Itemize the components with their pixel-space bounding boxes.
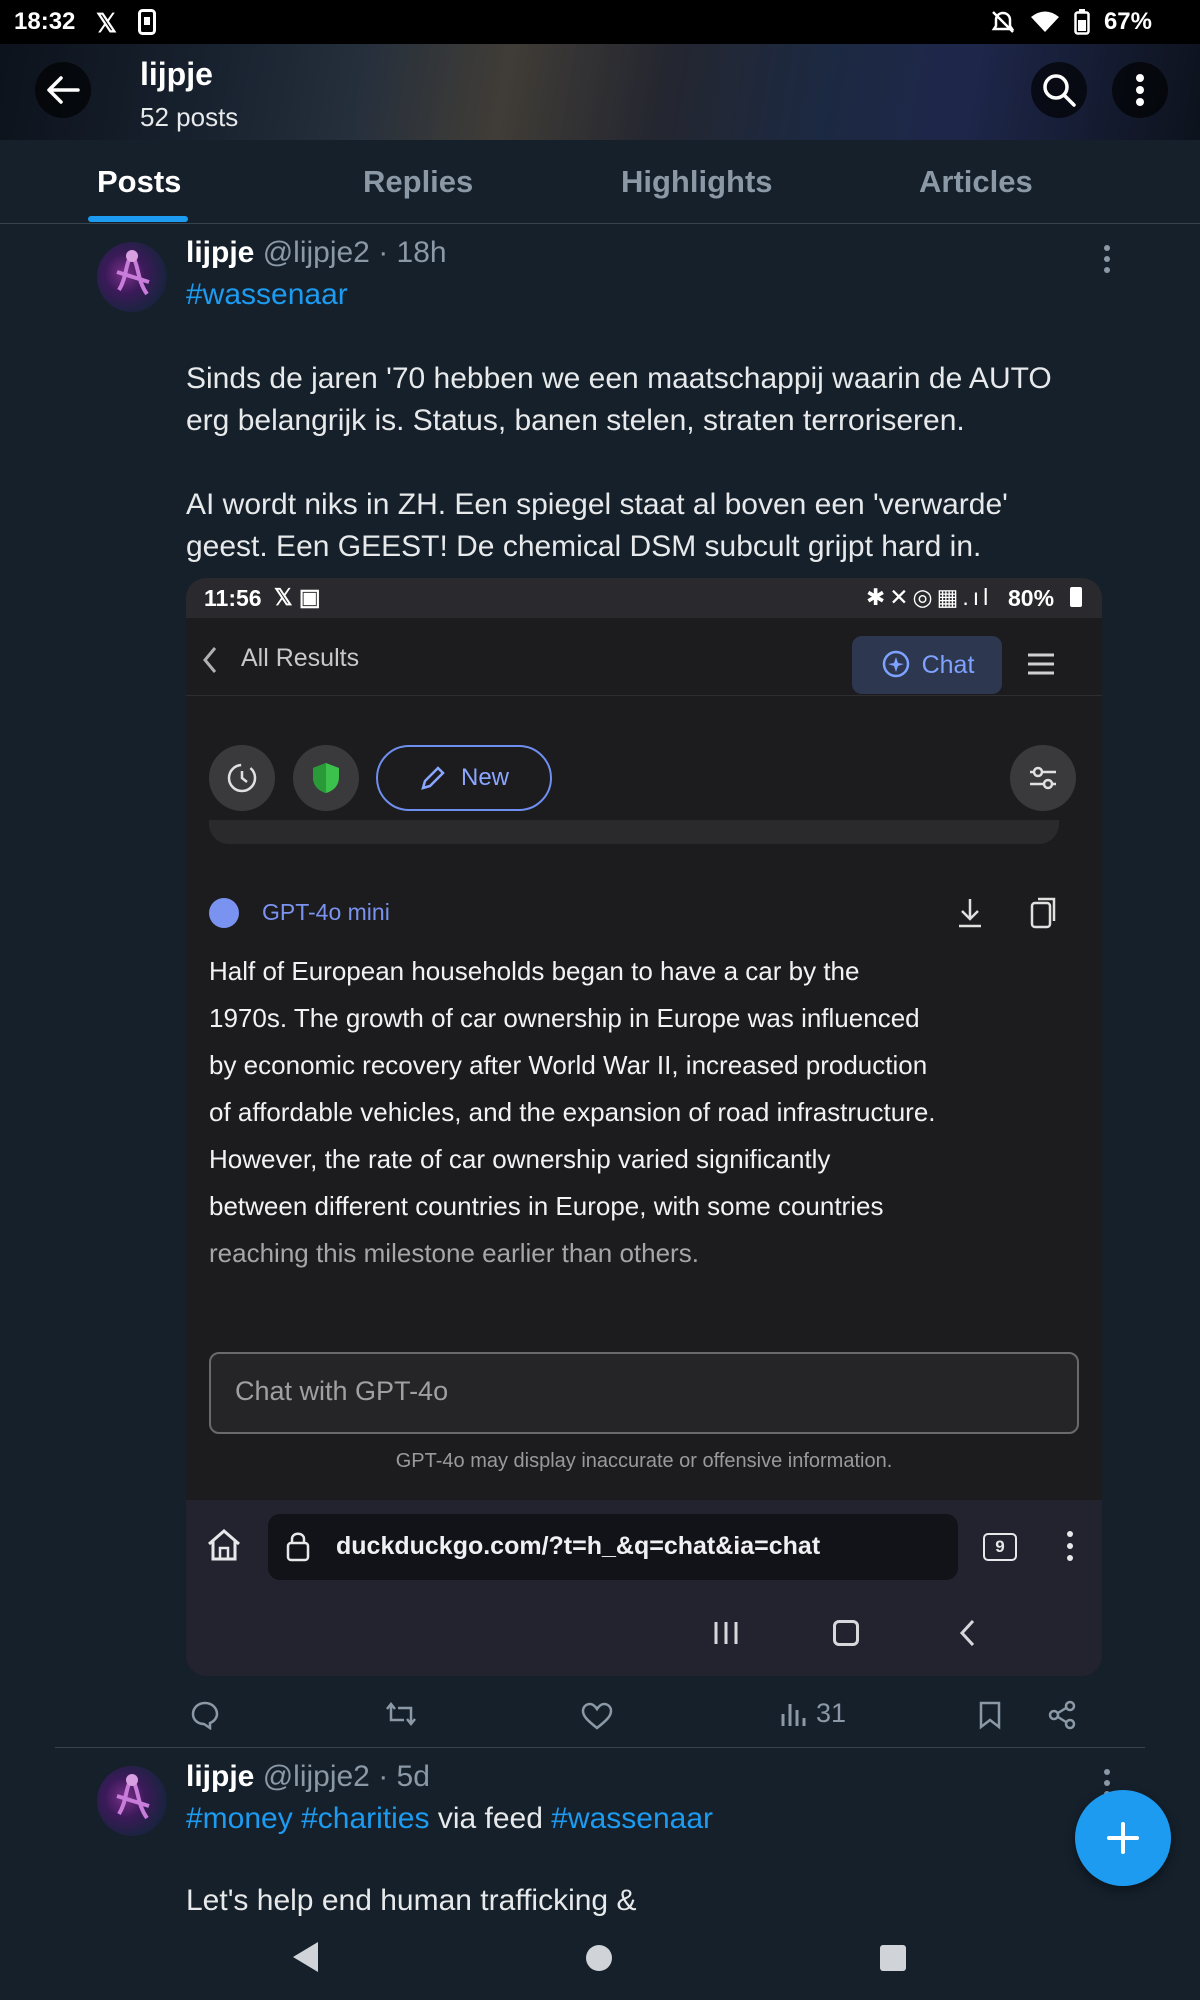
hashtag-link[interactable]: #money [186,1802,293,1835]
phone-notification-icon [138,9,156,35]
system-nav-bar [0,1920,1200,2000]
download-icon [959,899,981,928]
author-name[interactable]: lijpje [186,1760,254,1793]
wifi-icon [1030,11,1059,32]
hashtag-link[interactable]: #charities [301,1802,429,1835]
post-text: Let's help end human trafficking & [186,1884,637,1917]
shield-icon [293,745,359,811]
more-vertical-icon [1136,74,1144,106]
status-time: 18:32 [14,8,76,35]
lock-icon [286,1532,310,1562]
recent-apps-icon [714,1622,738,1644]
chat-input: Chat with GPT-4o [209,1352,1079,1434]
search-icon [1043,74,1076,107]
avatar[interactable] [97,242,167,312]
url-bar: duckduckgo.com/?t=h_&q=chat&ia=chat [268,1514,958,1580]
url-text: duckduckgo.com/?t=h_&q=chat&ia=chat [336,1532,821,1560]
pencil-icon [421,766,445,790]
battery-icon [1074,9,1090,35]
repost-icon[interactable] [384,1700,418,1728]
post-time: · 18h [378,236,447,269]
post-count: 52 posts [140,102,239,132]
nav-recents-icon[interactable] [880,1945,906,1971]
settings-sliders-icon [1010,745,1076,811]
post-hashtag-line: #wassenaar [186,274,348,316]
hashtag-link[interactable]: #wassenaar [551,1802,713,1835]
compose-button[interactable] [1075,1790,1171,1886]
home-nav-icon [833,1620,859,1646]
post-divider [55,1747,1145,1748]
author-name[interactable]: lijpje [186,236,254,269]
status-bar: 18:32 𝕏 67% [0,0,1200,44]
like-icon[interactable] [581,1702,613,1730]
tab-highlights[interactable]: Highlights [621,164,773,200]
chat-button: Chat [852,636,1002,694]
back-arrow-icon [47,76,80,104]
views-chart-icon [781,1703,806,1726]
bookmark-icon[interactable] [978,1700,1002,1730]
share-icon[interactable] [1047,1700,1077,1730]
battery-icon [1070,587,1082,607]
post-header: lijpje @lijpje2 · 18h [186,236,447,270]
post-hashtag-line: #money #charities via feed #wassenaar [186,1802,713,1835]
search-button[interactable] [1031,62,1087,118]
screenshot-status-bar: 11:56 𝕏 ▣ ✱✕◎▦.ıl 80% [186,578,1102,618]
tab-count: 9 [983,1533,1017,1561]
tab-posts[interactable]: Posts [97,164,181,200]
screenshot-topbar: All Results Chat [186,618,1102,696]
post-text: Sinds de jaren '70 hebben we een maatsch… [186,362,1052,563]
new-chat-button: New [376,745,552,811]
views-count[interactable]: 31 [780,1698,846,1729]
post-header: lijpje @lijpje2 · 5d [186,1760,430,1794]
profile-header: lijpje 52 posts [0,44,1200,140]
history-icon [209,745,275,811]
copy-icon [1030,897,1056,929]
status-icons: ✱✕◎▦.ıl [866,584,993,610]
battery-percent: 67% [1103,8,1152,35]
hashtag-link[interactable]: #wassenaar [186,278,348,311]
back-nav-icon [959,1619,975,1647]
chat-answer: Half of European households began to hav… [209,956,936,1268]
post-more-icon[interactable] [1103,244,1111,274]
active-tab-indicator [88,216,188,222]
post-time: · 5d [378,1760,430,1793]
author-handle[interactable]: @lijpje2 [263,236,370,269]
disclaimer-text: GPT-4o may display inaccurate or offensi… [395,1450,893,1472]
profile-tabs: Posts Replies Highlights Articles [0,140,1200,224]
tab-replies[interactable]: Replies [363,164,473,200]
tab-articles[interactable]: Articles [919,164,1033,200]
x-app-icon: 𝕏 [96,8,117,38]
nav-home-icon[interactable] [586,1945,612,1971]
model-dot-icon [209,898,239,928]
nav-back-icon[interactable] [290,1940,320,1974]
more-vertical-icon [1067,1531,1073,1561]
mute-icon [991,11,1015,33]
chat-bubble-icon [882,650,909,678]
hamburger-menu-icon [1028,653,1054,675]
browser-bar: duckduckgo.com/?t=h_&q=chat&ia=chat 9 [186,1500,1102,1676]
reply-icon[interactable] [190,1700,220,1730]
more-options-button[interactable] [1112,62,1168,118]
home-icon [208,1529,240,1561]
model-label: GPT-4o mini [262,899,390,925]
chevron-left-icon [203,647,217,673]
back-button[interactable] [35,62,91,118]
author-handle[interactable]: @lijpje2 [263,1760,370,1793]
x-app-icon: 𝕏 ▣ [274,584,321,610]
avatar[interactable] [97,1766,167,1836]
collapsed-panel [209,820,1059,844]
all-results-link: All Results [241,644,360,672]
plus-icon [1107,1822,1139,1854]
profile-name: lijpje [140,56,213,92]
post-image[interactable]: 11:56 𝕏 ▣ ✱✕◎▦.ıl 80% All Results Chat N… [186,578,1102,1676]
